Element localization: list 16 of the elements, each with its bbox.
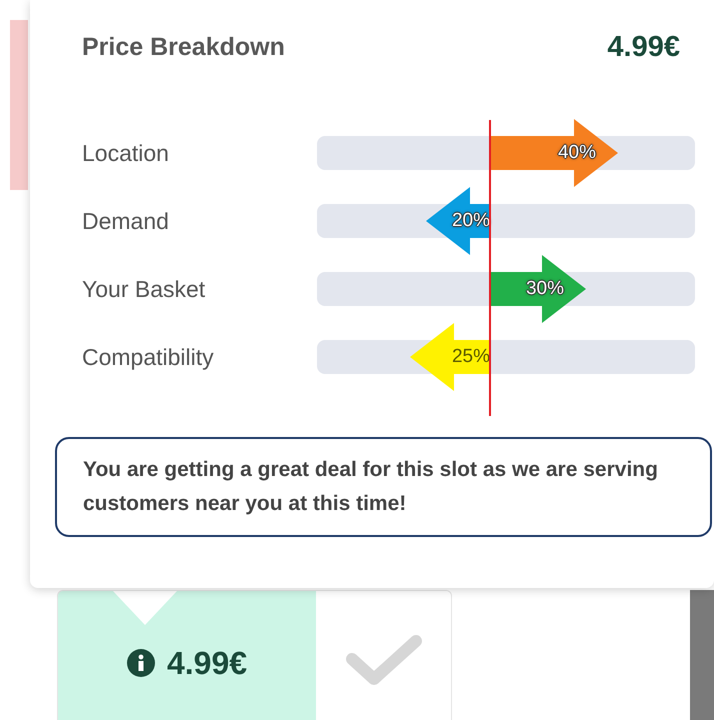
popover-title: Price Breakdown xyxy=(82,32,285,62)
pointer-notch xyxy=(113,591,177,625)
factor-label: Your Basket xyxy=(82,276,206,302)
slot-price-panel[interactable]: 4.99€ xyxy=(58,591,316,720)
total-price: 4.99€ xyxy=(607,30,680,64)
percent-label: 20% xyxy=(450,209,490,233)
percent-label: 30% xyxy=(524,277,564,301)
factor-label: Compatibility xyxy=(82,344,215,370)
deal-message: You are getting a great deal for this slot as we are serving customers near you at this time! xyxy=(55,437,712,537)
slot-price: 4.99€ xyxy=(166,644,248,682)
slot-card[interactable]: 4.99€ xyxy=(57,590,452,720)
percent-label: 40% xyxy=(556,141,596,165)
factor-label: Demand xyxy=(82,208,170,234)
percent-label: 25% xyxy=(450,345,490,369)
info-icon[interactable] xyxy=(126,649,155,677)
factor-label: Location xyxy=(82,140,170,166)
